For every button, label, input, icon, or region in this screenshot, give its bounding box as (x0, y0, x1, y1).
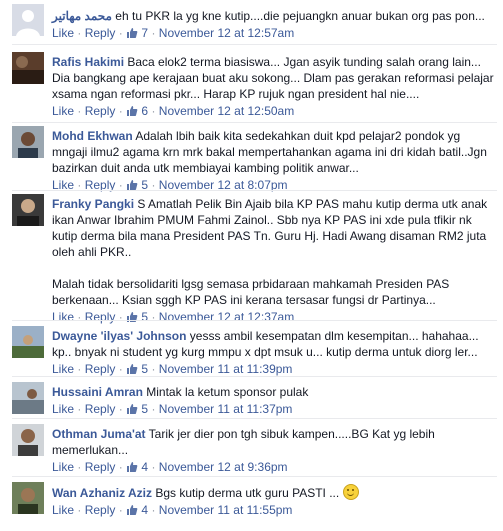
reply-link[interactable]: Reply (85, 402, 116, 416)
comment-timestamp[interactable]: November 11 at 11:39pm (159, 362, 293, 376)
like-link[interactable]: Like (52, 104, 74, 118)
thumbs-up-icon (126, 461, 138, 477)
like-count[interactable]: 7 (126, 26, 148, 40)
comment-author[interactable]: Franky Pangki (52, 197, 134, 211)
thumbs-up-icon (126, 504, 138, 520)
reply-link[interactable]: Reply (85, 104, 116, 118)
avatar[interactable] (12, 424, 44, 456)
like-count[interactable]: 4 (126, 503, 148, 517)
photo-avatar-icon (12, 326, 44, 358)
comment-author[interactable]: Dwayne 'ilyas' Johnson (52, 329, 186, 343)
photo-avatar-icon (12, 52, 44, 84)
like-count[interactable]: 4 (126, 460, 148, 474)
comment-text: eh tu PKR la yg kne kutip....die pejuang… (115, 9, 485, 23)
like-link[interactable]: Like (52, 26, 74, 40)
reply-link[interactable]: Reply (85, 362, 116, 376)
thumbs-up-icon (126, 403, 138, 419)
comment-author[interactable]: Hussaini Amran (52, 385, 143, 399)
avatar[interactable] (12, 4, 44, 36)
comment-author[interactable]: Mohd Ekhwan (52, 129, 133, 143)
like-link[interactable]: Like (52, 503, 74, 517)
blank-avatar-icon (12, 4, 44, 36)
like-count[interactable]: 5 (126, 402, 148, 416)
comment-actions: Like · Reply · 5 · November 11 at 11:37p… (52, 401, 497, 419)
divider (12, 190, 497, 191)
like-count[interactable]: 5 (126, 362, 148, 376)
divider (12, 418, 497, 419)
photo-avatar-icon (12, 382, 44, 414)
comment-author[interactable]: Othman Juma'at (52, 427, 146, 441)
thumbs-up-icon (126, 179, 138, 195)
comment-text: Mintak la ketum sponsor pulak (146, 385, 309, 399)
comment-timestamp[interactable]: November 12 at 9:36pm (159, 460, 288, 474)
photo-avatar-icon (12, 482, 44, 514)
comment-timestamp[interactable]: November 12 at 12:50am (159, 104, 294, 118)
photo-avatar-icon (12, 194, 44, 226)
comment-author[interactable]: Wan Azhaniz Aziz (52, 486, 152, 500)
comment-text: Bgs kutip derma utk guru PASTI ... (155, 486, 340, 500)
comment-timestamp[interactable]: November 12 at 12:37am (159, 310, 294, 324)
reply-link[interactable]: Reply (85, 310, 116, 324)
like-count[interactable]: 5 (126, 310, 148, 324)
comment-actions: Like · Reply · 4 · November 11 at 11:55p… (52, 502, 497, 520)
comment-timestamp[interactable]: November 11 at 11:37pm (159, 402, 293, 416)
divider (12, 476, 497, 477)
avatar[interactable] (12, 126, 44, 158)
divider (12, 44, 497, 45)
avatar[interactable] (12, 52, 44, 84)
smile-emoji-icon (342, 484, 359, 500)
thumbs-up-icon (126, 27, 138, 43)
comment-actions: Like · Reply · 4 · November 12 at 9:36pm (52, 459, 497, 477)
divider (12, 122, 497, 123)
divider (12, 320, 497, 321)
thumbs-up-icon (126, 311, 138, 327)
comment-timestamp[interactable]: November 12 at 12:57am (159, 26, 294, 40)
comment-text-paragraph-2: Malah tidak bersolidariti lgsg semasa pr… (52, 277, 450, 307)
comment-author[interactable]: Rafis Hakimi (52, 55, 124, 69)
like-link[interactable]: Like (52, 310, 74, 324)
comment-author[interactable]: محمد مهاتير (52, 9, 112, 23)
avatar[interactable] (12, 382, 44, 414)
comment-timestamp[interactable]: November 11 at 11:55pm (159, 503, 293, 517)
reply-link[interactable]: Reply (85, 503, 116, 517)
avatar[interactable] (12, 194, 44, 226)
reply-link[interactable]: Reply (85, 26, 116, 40)
like-count[interactable]: 6 (126, 104, 148, 118)
comment-actions: Like · Reply · 5 · November 12 at 8:07pm (52, 177, 497, 195)
photo-avatar-icon (12, 424, 44, 456)
comment-actions: Like · Reply · 5 · November 12 at 12:37a… (52, 309, 497, 327)
like-link[interactable]: Like (52, 402, 74, 416)
avatar[interactable] (12, 482, 44, 514)
reply-link[interactable]: Reply (85, 460, 116, 474)
divider (12, 376, 497, 377)
avatar[interactable] (12, 326, 44, 358)
like-link[interactable]: Like (52, 460, 74, 474)
thumbs-up-icon (126, 105, 138, 121)
like-link[interactable]: Like (52, 362, 74, 376)
comment-actions: Like · Reply · 6 · November 12 at 12:50a… (52, 103, 497, 121)
comment-actions: Like · Reply · 7 · November 12 at 12:57a… (52, 25, 497, 43)
photo-avatar-icon (12, 126, 44, 158)
